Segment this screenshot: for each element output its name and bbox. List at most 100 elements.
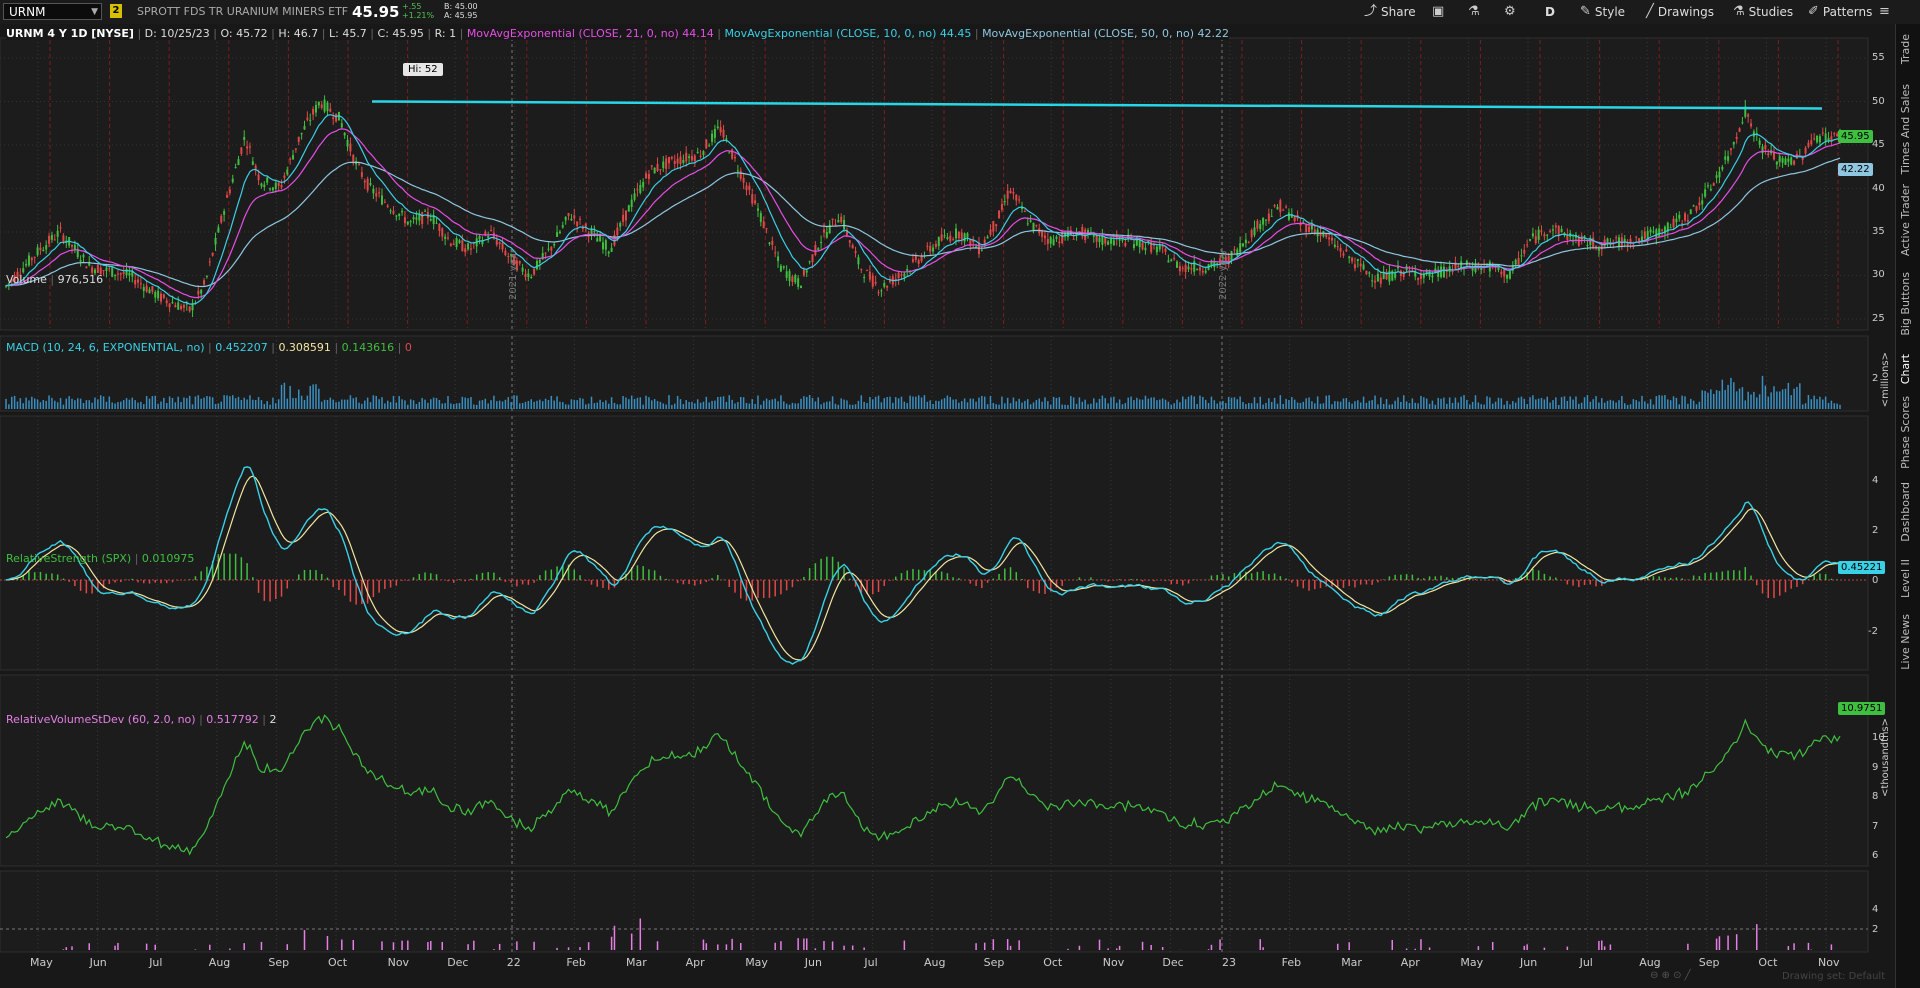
candle-body — [1061, 232, 1064, 243]
candle-body — [1824, 133, 1827, 141]
candle-body — [269, 188, 272, 190]
candle-body — [1784, 158, 1787, 165]
candle-body — [314, 104, 317, 113]
flask-button[interactable]: ⚗ — [1468, 2, 1480, 22]
candle-body — [926, 245, 929, 247]
ema10-label[interactable]: MovAvgExponential (CLOSE, 10, 0, no) — [724, 27, 936, 40]
macd-title[interactable]: MACD (10, 24, 6, EXPONENTIAL, no) — [6, 341, 205, 354]
volume-value: 976,516 — [57, 273, 104, 286]
studies-button[interactable]: ⚗ Studies — [1733, 2, 1793, 22]
snapshot-button[interactable]: ▣ — [1432, 2, 1444, 22]
style-icon: ✎ — [1580, 4, 1591, 19]
candle-body — [1727, 156, 1730, 161]
tab-big-buttons[interactable]: Big Buttons — [1899, 272, 1912, 336]
candle-body — [1264, 219, 1267, 221]
candle-body — [561, 225, 564, 228]
camera-icon: ▣ — [1432, 4, 1445, 19]
tab-phase-scores[interactable]: Phase Scores — [1899, 396, 1912, 469]
candle-body — [1741, 122, 1744, 124]
candle-body — [168, 303, 171, 308]
candle-body — [1640, 236, 1643, 241]
timeframe-button[interactable]: D — [1545, 2, 1555, 22]
patterns-button[interactable]: ✐ Patterns — [1808, 2, 1872, 22]
candle-body — [303, 126, 306, 130]
style-button[interactable]: ✎ Style — [1580, 2, 1625, 22]
candle-body — [1414, 272, 1417, 277]
candle-body — [62, 235, 65, 242]
candle-body — [630, 199, 633, 207]
chart-area[interactable]: 2021 year 2022 year — [0, 24, 1895, 988]
ema21-label[interactable]: MovAvgExponential (CLOSE, 21, 0, no) — [467, 27, 679, 40]
candle-body — [1586, 244, 1589, 247]
tab-live-news[interactable]: Live News — [1899, 614, 1912, 670]
candle-body — [200, 289, 203, 294]
candle-body — [748, 185, 751, 191]
candle-body — [335, 113, 338, 122]
candle-body — [1336, 245, 1339, 248]
month-label: Nov — [387, 956, 410, 969]
candle-body — [556, 232, 559, 237]
tab-level-ii[interactable]: Level II — [1899, 559, 1912, 598]
candle-body — [1451, 271, 1454, 273]
settings-button[interactable]: ⚙ — [1504, 2, 1516, 22]
candle-body — [1273, 205, 1276, 207]
candle-body — [421, 212, 424, 225]
candle-body — [877, 292, 880, 294]
candle-body — [521, 267, 524, 272]
symbol-input[interactable]: URNM ▼ — [3, 3, 102, 20]
candle-body — [610, 247, 613, 252]
candle-body — [949, 235, 952, 242]
candle-body — [567, 213, 570, 216]
candle-body — [73, 244, 76, 250]
candle-body — [398, 213, 401, 217]
month-label: May — [30, 956, 53, 969]
rvs-title[interactable]: RelativeVolumeStDev (60, 2.0, no) — [6, 713, 196, 726]
tab-chart[interactable]: Chart — [1899, 354, 1912, 384]
candle-body — [257, 174, 260, 180]
month-label: Sep — [1698, 956, 1720, 969]
link-badge[interactable]: 2 — [110, 4, 122, 18]
candle-body — [989, 229, 992, 235]
candle-body — [1107, 241, 1110, 245]
candle-body — [504, 250, 507, 256]
candle-body — [1155, 246, 1158, 253]
month-label: Aug — [924, 956, 946, 969]
volume-title[interactable]: Volume — [6, 273, 47, 286]
macd-axis-neg2: -2 — [1868, 626, 1878, 637]
candle-body — [739, 170, 742, 179]
candle-body — [966, 233, 969, 238]
candle-body — [639, 185, 642, 193]
tab-active-trader[interactable]: Active Trader — [1899, 184, 1912, 256]
candle-body — [1204, 270, 1207, 273]
volume-unit: <millions> — [1880, 352, 1891, 408]
ema50-label[interactable]: MovAvgExponential (CLOSE, 50, 0, no) — [982, 27, 1194, 40]
chart-canvas[interactable]: 2021 year 2022 year — [0, 24, 1895, 988]
ohlc-high: H: 46.7 — [278, 27, 319, 40]
candle-body — [547, 248, 550, 250]
candle-body — [22, 268, 25, 273]
candle-body — [670, 156, 673, 159]
menu-button[interactable]: ≡ — [1879, 2, 1890, 22]
tab-dashboard[interactable]: Dashboard — [1899, 482, 1912, 542]
candle-body — [1718, 171, 1721, 178]
drawings-button[interactable]: ╱ Drawings — [1646, 2, 1714, 22]
candle-body — [467, 243, 470, 250]
candle-body — [406, 221, 409, 225]
rs-title[interactable]: RelativeStrength (SPX) — [6, 552, 131, 565]
candle-body — [1546, 234, 1549, 236]
candle-body — [1551, 229, 1554, 231]
chevron-down-icon[interactable]: ▼ — [91, 4, 98, 21]
candle-body — [205, 275, 208, 277]
candle-body — [1012, 192, 1015, 194]
candle-body — [1554, 225, 1557, 228]
zoom-controls[interactable]: ⊖ ⊕ ⊙ ╱ — [1650, 970, 1691, 981]
tab-times-and-sales[interactable]: Times And Sales — [1899, 84, 1912, 174]
candle-body — [1810, 140, 1813, 145]
ema10-value: 44.45 — [939, 27, 972, 40]
candle-body — [794, 275, 797, 283]
price-axis-55: 55 — [1872, 52, 1885, 63]
month-label: Oct — [1043, 956, 1063, 969]
share-button[interactable]: ⤴ Share — [1364, 2, 1416, 22]
candle-body — [1233, 249, 1236, 251]
tab-trade[interactable]: Trade — [1899, 34, 1912, 64]
